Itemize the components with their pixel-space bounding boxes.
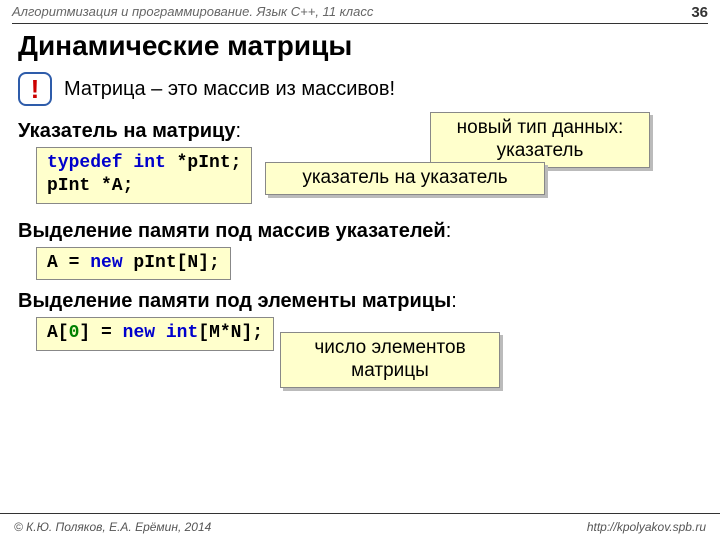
exclamation-icon: ! <box>18 72 52 106</box>
callout-ptr-to-ptr: указатель на указатель <box>265 162 545 195</box>
code-block: A[0] = new int[M*N]; <box>36 317 274 350</box>
code-block: A = new pInt[N]; <box>36 247 231 280</box>
section-pointer: Указатель на матрицу: typedef int *pInt;… <box>0 120 720 220</box>
footer-url: http://kpolyakov.spb.ru <box>587 520 706 534</box>
info-text: Матрица – это массив из массивов! <box>64 78 395 101</box>
header-subject: Алгоритмизация и программирование. Язык … <box>12 4 373 21</box>
page-title: Динамические матрицы <box>0 24 720 72</box>
callout-elem-count: число элементов матрицы <box>280 332 500 388</box>
section-alloc-array: Выделение памяти под массив указателей: … <box>0 220 720 290</box>
page-number: 36 <box>691 4 708 21</box>
footer: © К.Ю. Поляков, Е.А. Ерёмин, 2014 http:/… <box>0 513 720 534</box>
section-label: Выделение памяти под элементы матрицы: <box>18 290 702 313</box>
header: Алгоритмизация и программирование. Язык … <box>0 0 720 21</box>
section-label: Выделение памяти под массив указателей: <box>18 220 702 243</box>
code-block: typedef int *pInt; pInt *A; <box>36 147 252 204</box>
copyright: © К.Ю. Поляков, Е.А. Ерёмин, 2014 <box>14 520 211 534</box>
section-alloc-elems: Выделение памяти под элементы матрицы: A… <box>0 290 720 410</box>
callout-new-type: новый тип данных: указатель <box>430 112 650 168</box>
